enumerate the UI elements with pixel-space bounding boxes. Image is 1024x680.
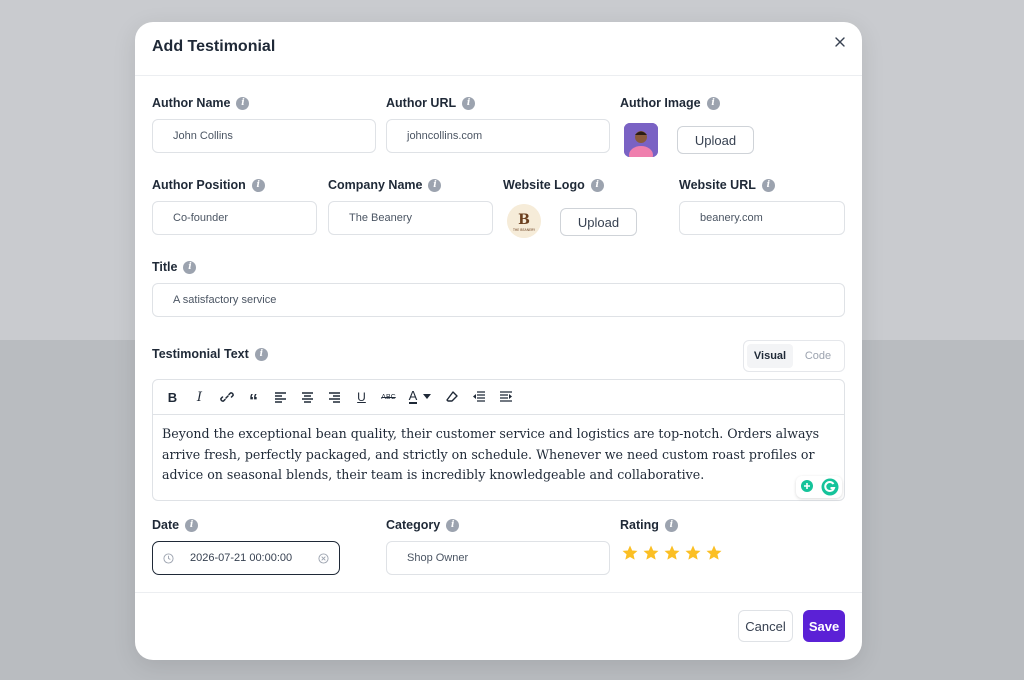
outdent-icon bbox=[472, 391, 485, 402]
author-name-input[interactable]: John Collins bbox=[152, 119, 376, 153]
clear-format-button[interactable] bbox=[438, 385, 465, 409]
testimonial-editor: B I “ U ABC A Beyond the exceptional bea… bbox=[152, 379, 845, 501]
clear-format-icon bbox=[445, 391, 458, 402]
suggestion-icon bbox=[801, 480, 813, 492]
info-icon[interactable]: i bbox=[183, 260, 197, 274]
indent-icon bbox=[499, 391, 512, 402]
author-avatar-image bbox=[624, 123, 658, 157]
title-label: Title i bbox=[152, 260, 197, 274]
title-input[interactable]: A satisfactory service bbox=[152, 283, 845, 317]
footer-divider bbox=[135, 592, 862, 593]
info-icon[interactable]: i bbox=[428, 178, 442, 192]
category-label: Category i bbox=[386, 518, 460, 532]
author-name-label: Author Name i bbox=[152, 96, 250, 110]
link-icon bbox=[219, 392, 234, 402]
clear-icon[interactable] bbox=[318, 552, 329, 564]
close-button[interactable] bbox=[830, 32, 850, 52]
visual-tab[interactable]: Visual bbox=[747, 344, 793, 368]
indent-button[interactable] bbox=[492, 385, 519, 409]
category-input[interactable]: Shop Owner bbox=[386, 541, 610, 575]
align-right-button[interactable] bbox=[321, 385, 348, 409]
align-left-icon bbox=[275, 392, 286, 403]
website-logo-image: B THE BEANERY bbox=[507, 204, 541, 238]
date-value: 2026-07-21 00:00:00 bbox=[190, 552, 293, 564]
align-left-button[interactable] bbox=[267, 385, 294, 409]
website-url-input[interactable]: beanery.com bbox=[679, 201, 845, 235]
author-position-input[interactable]: Co-founder bbox=[152, 201, 317, 235]
align-center-button[interactable] bbox=[294, 385, 321, 409]
info-icon[interactable]: i bbox=[185, 518, 199, 532]
grammarly-widget[interactable] bbox=[796, 476, 842, 498]
website-url-label: Website URL i bbox=[679, 178, 775, 192]
save-button[interactable]: Save bbox=[803, 610, 845, 642]
underline-icon: U bbox=[357, 390, 366, 404]
underline-button[interactable]: U bbox=[348, 385, 375, 409]
align-right-icon bbox=[329, 392, 340, 403]
italic-icon: I bbox=[196, 389, 203, 405]
testimonial-body-text[interactable]: Beyond the exceptional bean quality, the… bbox=[162, 424, 832, 486]
star-icon[interactable] bbox=[642, 544, 660, 562]
company-name-label: Company Name i bbox=[328, 178, 442, 192]
quote-icon: “ bbox=[249, 391, 258, 411]
company-name-input[interactable]: The Beanery bbox=[328, 201, 493, 235]
info-icon[interactable]: i bbox=[761, 178, 775, 192]
outdent-button[interactable] bbox=[465, 385, 492, 409]
clock-icon bbox=[163, 552, 174, 564]
cancel-button[interactable]: Cancel bbox=[738, 610, 793, 642]
modal-title: Add Testimonial bbox=[152, 38, 276, 55]
date-label: Date i bbox=[152, 518, 199, 532]
info-icon[interactable]: i bbox=[446, 518, 460, 532]
info-icon[interactable]: i bbox=[462, 96, 476, 110]
author-position-label: Author Position i bbox=[152, 178, 265, 192]
author-image-label: Author Image i bbox=[620, 96, 720, 110]
star-icon[interactable] bbox=[705, 544, 723, 562]
website-logo-upload-button[interactable]: Upload bbox=[560, 208, 637, 236]
text-color-button[interactable]: A bbox=[402, 385, 438, 409]
bold-button[interactable]: B bbox=[159, 385, 186, 409]
info-icon[interactable]: i bbox=[706, 96, 720, 110]
date-picker-input[interactable]: 2026-07-21 00:00:00 bbox=[152, 541, 340, 575]
add-testimonial-modal: Add Testimonial Author Name i John Colli… bbox=[135, 22, 862, 660]
text-color-icon: A bbox=[408, 388, 418, 404]
rating-stars bbox=[621, 544, 723, 562]
svg-text:B: B bbox=[518, 212, 530, 228]
website-logo-label: Website Logo i bbox=[503, 178, 604, 192]
author-url-label: Author URL i bbox=[386, 96, 476, 110]
author-image-upload-button[interactable]: Upload bbox=[677, 126, 754, 154]
align-center-icon bbox=[302, 392, 313, 403]
star-icon[interactable] bbox=[684, 544, 702, 562]
person-photo bbox=[624, 123, 658, 157]
editor-toolbar: B I “ U ABC A bbox=[153, 380, 844, 415]
grammarly-icon bbox=[821, 478, 839, 496]
editor-mode-toggle: Visual Code bbox=[743, 340, 845, 372]
italic-button[interactable]: I bbox=[186, 385, 213, 409]
strikethrough-icon: ABC bbox=[381, 393, 396, 401]
code-tab[interactable]: Code bbox=[795, 344, 841, 368]
chevron-down-icon bbox=[423, 394, 432, 399]
testimonial-text-label: Testimonial Text i bbox=[152, 347, 268, 361]
blockquote-button[interactable]: “ bbox=[240, 385, 267, 411]
info-icon[interactable]: i bbox=[251, 178, 265, 192]
info-icon[interactable]: i bbox=[254, 347, 268, 361]
info-icon[interactable]: i bbox=[236, 96, 250, 110]
beanery-logo: B THE BEANERY bbox=[507, 204, 541, 238]
star-icon[interactable] bbox=[663, 544, 681, 562]
info-icon[interactable]: i bbox=[664, 518, 678, 532]
modal-header: Add Testimonial bbox=[135, 22, 862, 76]
close-icon bbox=[835, 37, 845, 47]
author-url-input[interactable]: johncollins.com bbox=[386, 119, 610, 153]
star-icon[interactable] bbox=[621, 544, 639, 562]
link-button[interactable] bbox=[213, 385, 240, 409]
svg-text:THE BEANERY: THE BEANERY bbox=[512, 228, 535, 232]
strikethrough-button[interactable]: ABC bbox=[375, 385, 402, 409]
bold-icon: B bbox=[167, 389, 178, 405]
rating-label: Rating i bbox=[620, 518, 678, 532]
info-icon[interactable]: i bbox=[590, 178, 604, 192]
